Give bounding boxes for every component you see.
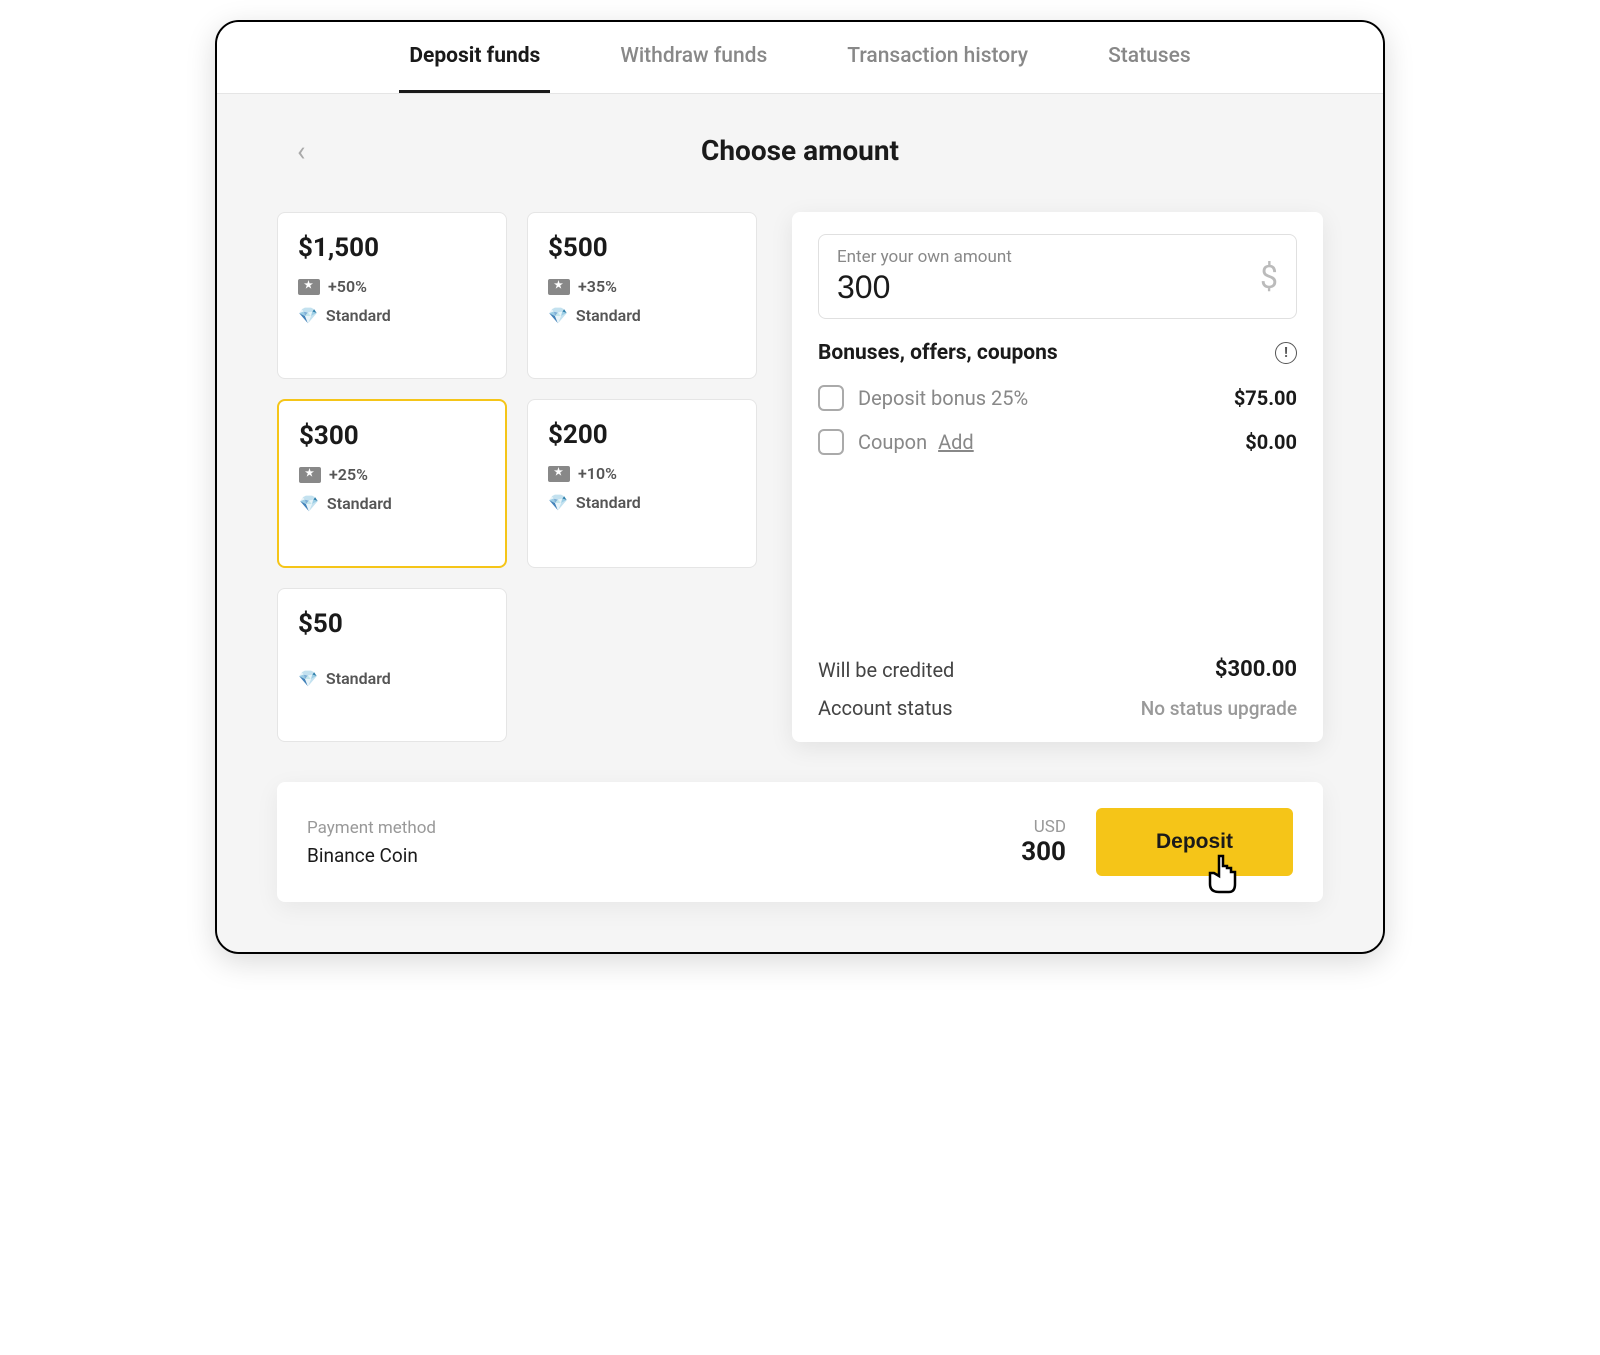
preset-500[interactable]: $500 +35% 💎 Standard: [527, 212, 757, 379]
ticket-icon: [548, 279, 570, 295]
tab-statuses[interactable]: Statuses: [1098, 22, 1201, 93]
ticket-icon: [299, 467, 321, 483]
ticket-icon: [548, 466, 570, 482]
preset-amount: $1,500: [298, 233, 486, 263]
tab-deposit[interactable]: Deposit funds: [399, 22, 550, 93]
status-label: Account status: [818, 696, 953, 720]
header: ‹ Choose amount: [277, 134, 1323, 167]
amount-input[interactable]: [837, 269, 1037, 306]
diamond-icon: 💎: [548, 306, 568, 325]
preset-tier: 💎 Standard: [548, 306, 736, 325]
diamond-icon: 💎: [548, 493, 568, 512]
status-row: Account status No status upgrade: [818, 696, 1297, 720]
preset-amount: $300: [299, 421, 485, 451]
preset-grid: $1,500 +50% 💎 Standard $500 +35%: [277, 212, 757, 742]
footer-amount: USD 300: [1021, 817, 1066, 867]
credited-value: $300.00: [1215, 657, 1297, 682]
bonus-coupon-label: Coupon Add: [858, 430, 1231, 454]
back-icon[interactable]: ‹: [297, 134, 305, 167]
bonus-deposit-checkbox[interactable]: [818, 385, 844, 411]
tabs: Deposit funds Withdraw funds Transaction…: [217, 22, 1383, 94]
bonuses-header: Bonuses, offers, coupons !: [818, 341, 1297, 365]
content: ‹ Choose amount $1,500 +50% 💎 Standard: [217, 94, 1383, 952]
main: $1,500 +50% 💎 Standard $500 +35%: [277, 212, 1323, 742]
preset-bonus: +10%: [548, 464, 736, 483]
preset-bonus: +50%: [298, 277, 486, 296]
deposit-button[interactable]: Deposit: [1096, 808, 1293, 876]
credited-row: Will be credited $300.00: [818, 657, 1297, 682]
preset-tier-text: Standard: [327, 494, 392, 513]
summary-panel: Enter your own amount $ Bonuses, offers,…: [792, 212, 1323, 742]
coupon-add-link[interactable]: Add: [938, 430, 974, 454]
credited-label: Will be credited: [818, 658, 954, 682]
preset-bonus: +25%: [299, 465, 485, 484]
preset-tier: 💎 Standard: [299, 494, 485, 513]
diamond-icon: 💎: [299, 494, 319, 513]
preset-bonus-text: +35%: [578, 277, 617, 296]
preset-tier: 💎 Standard: [548, 493, 736, 512]
preset-tier-text: Standard: [576, 493, 641, 512]
diamond-icon: 💎: [298, 669, 318, 688]
footer: Payment method Binance Coin USD 300 Depo…: [277, 782, 1323, 902]
preset-bonus-text: +25%: [329, 465, 368, 484]
preset-tier-text: Standard: [326, 306, 391, 325]
tab-history[interactable]: Transaction history: [837, 22, 1038, 93]
preset-bonus-text: +50%: [328, 277, 367, 296]
preset-bonus-text: +10%: [578, 464, 617, 483]
bonus-coupon-checkbox[interactable]: [818, 429, 844, 455]
preset-tier: 💎 Standard: [298, 669, 486, 688]
diamond-icon: 💎: [298, 306, 318, 325]
bonuses-title: Bonuses, offers, coupons: [818, 341, 1058, 365]
preset-1500[interactable]: $1,500 +50% 💎 Standard: [277, 212, 507, 379]
preset-tier-text: Standard: [576, 306, 641, 325]
tab-withdraw[interactable]: Withdraw funds: [610, 22, 777, 93]
preset-tier: 💎 Standard: [298, 306, 486, 325]
coupon-text: Coupon: [858, 430, 927, 454]
bonus-deposit-label: Deposit bonus 25%: [858, 386, 1220, 410]
preset-tier-text: Standard: [326, 669, 391, 688]
deposit-window: Deposit funds Withdraw funds Transaction…: [215, 20, 1385, 954]
payment-method-value: Binance Coin: [307, 844, 1021, 867]
deposit-button-label: Deposit: [1156, 830, 1233, 853]
amount-input-wrap[interactable]: Enter your own amount $: [818, 234, 1297, 319]
preset-amount: $50: [298, 609, 486, 639]
payment-method: Payment method Binance Coin: [307, 818, 1021, 867]
footer-currency: USD: [1021, 817, 1066, 837]
preset-bonus: +35%: [548, 277, 736, 296]
preset-amount: $200: [548, 420, 736, 450]
info-icon[interactable]: !: [1275, 342, 1297, 364]
bonus-deposit: Deposit bonus 25% $75.00: [818, 385, 1297, 411]
currency-icon: $: [1260, 258, 1278, 296]
amount-input-label: Enter your own amount: [837, 247, 1037, 267]
preset-200[interactable]: $200 +10% 💎 Standard: [527, 399, 757, 568]
bonus-deposit-value: $75.00: [1234, 386, 1297, 410]
footer-amount-value: 300: [1021, 837, 1066, 867]
bonus-coupon-value: $0.00: [1245, 430, 1297, 454]
ticket-icon: [298, 279, 320, 295]
preset-50[interactable]: $50 💎 Standard: [277, 588, 507, 742]
page-title: Choose amount: [277, 134, 1323, 167]
bonus-coupon: Coupon Add $0.00: [818, 429, 1297, 455]
payment-method-label: Payment method: [307, 818, 1021, 838]
preset-amount: $500: [548, 233, 736, 263]
preset-300[interactable]: $300 +25% 💎 Standard: [277, 399, 507, 568]
cursor-icon: [1201, 852, 1243, 914]
status-value: No status upgrade: [1141, 697, 1297, 720]
